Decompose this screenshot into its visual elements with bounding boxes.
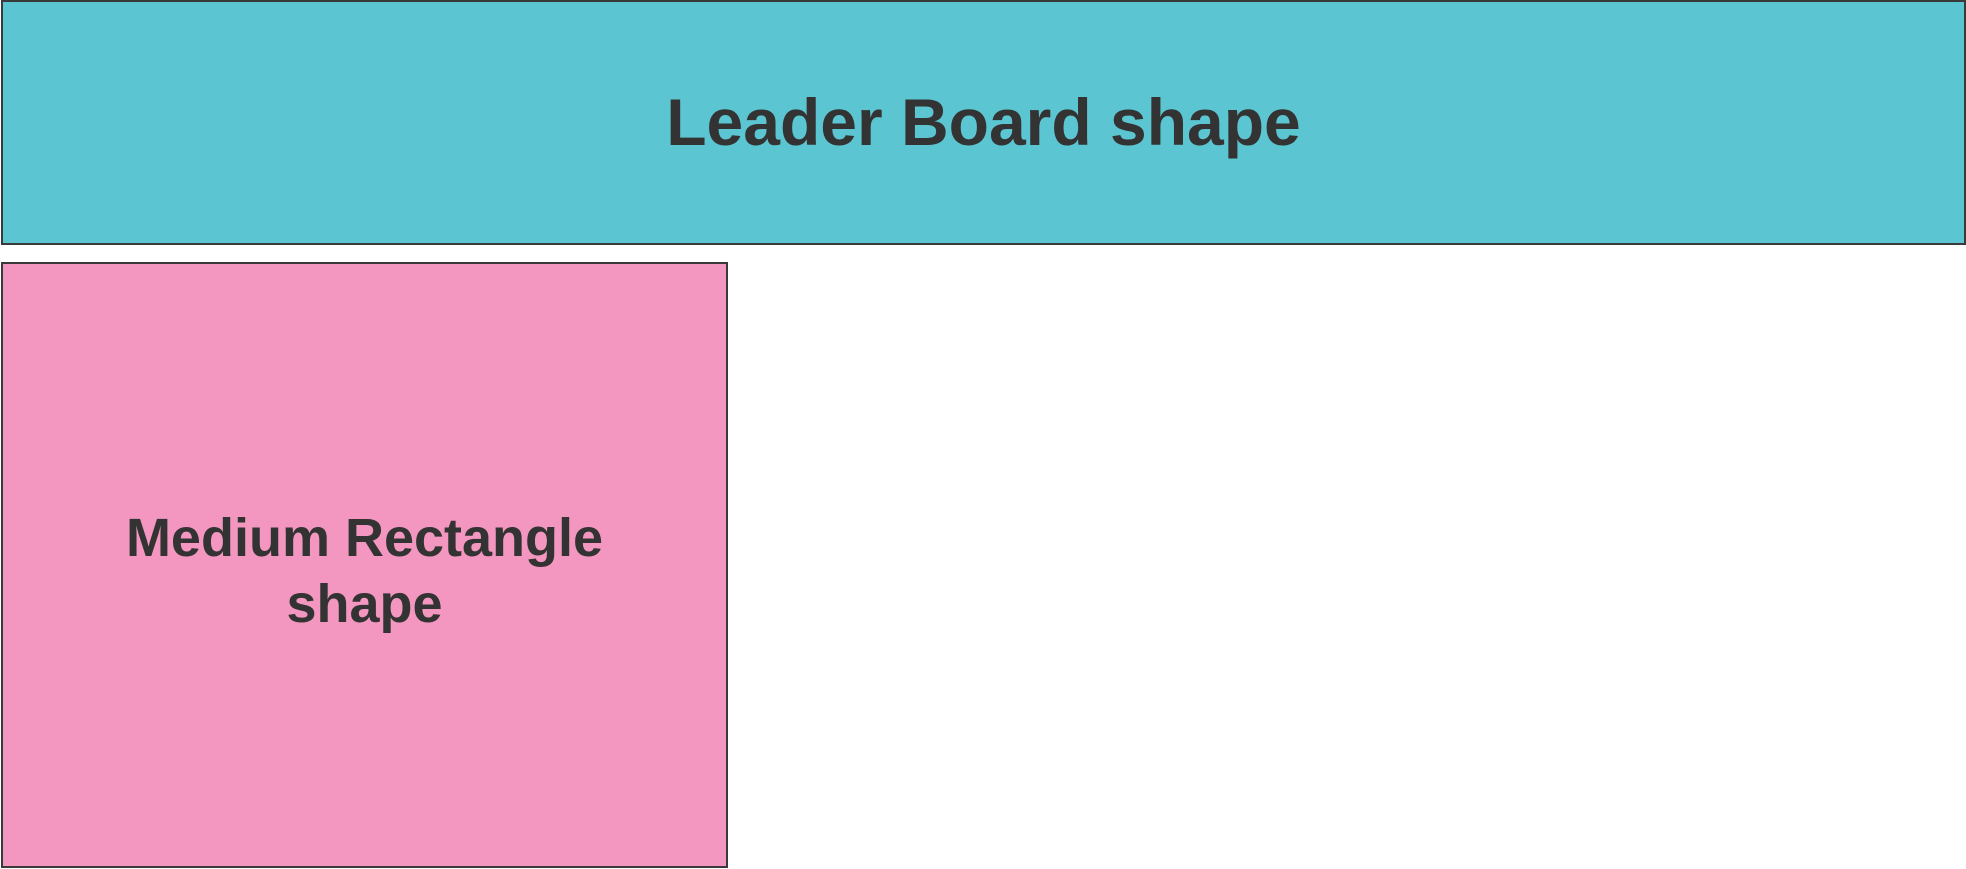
medium-rectangle-label: Medium Rectangle shape [125, 508, 604, 634]
leader-board-label: Leader Board shape [666, 85, 1301, 160]
leader-board-shape: Leader Board shape [1, 0, 1966, 245]
medium-rectangle-shape: Medium Rectangle shape [1, 262, 728, 868]
